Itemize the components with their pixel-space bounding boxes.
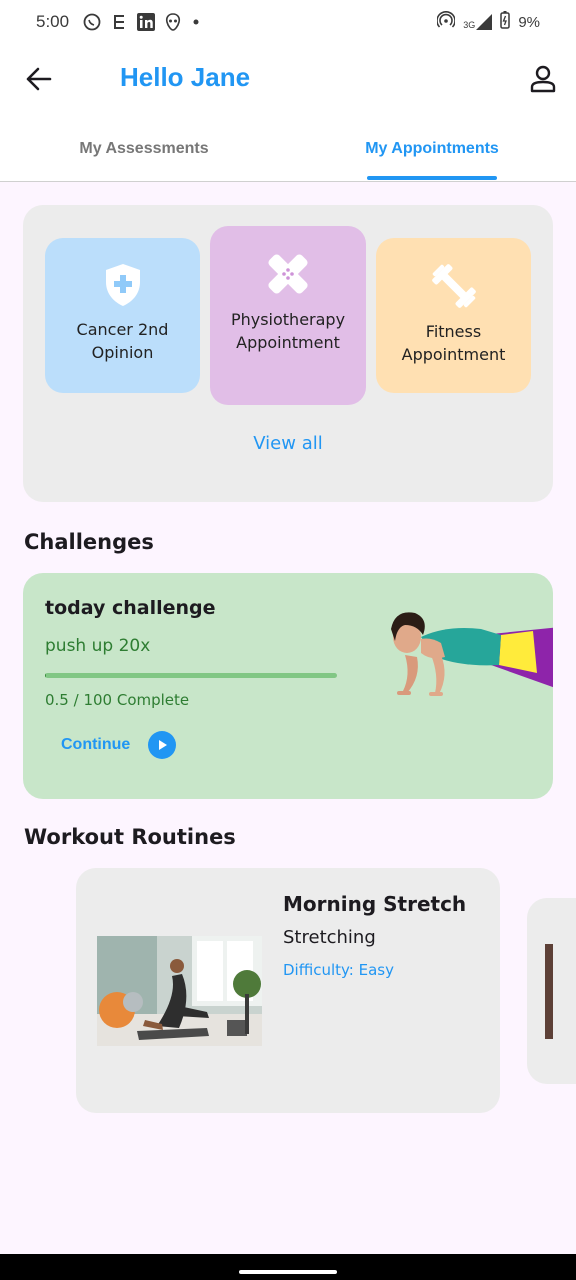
shield-plus-icon	[103, 262, 143, 308]
person-icon	[530, 65, 556, 93]
back-button[interactable]	[24, 64, 54, 94]
dumbbell-icon	[430, 262, 478, 310]
tile-label: Physiotherapy Appointment	[230, 310, 346, 352]
tile-cancer-2nd-opinion[interactable]: Cancer 2nd Opinion	[45, 238, 200, 393]
tile-label: Fitness Appointment	[401, 322, 506, 364]
challenge-progress-fill	[45, 673, 47, 678]
tile-fitness-appointment[interactable]: Fitness Appointment	[376, 238, 531, 393]
page-title: Hello Jane	[120, 62, 251, 92]
continue-button[interactable]: Continue	[61, 731, 177, 759]
routine-card[interactable]: Morning Stretch Stretching Difficulty: E…	[76, 868, 500, 1113]
routine-thumbnail	[97, 936, 262, 1046]
routine-card-next[interactable]	[527, 898, 576, 1084]
routine-title: Morning Stretch	[283, 892, 467, 916]
status-bar: 5:00 3G 9%	[0, 0, 576, 44]
challenge-card: today challenge push up 20x 0.5 / 100 Co…	[23, 573, 553, 799]
play-icon	[148, 731, 177, 759]
tab-my-appointments[interactable]: My Appointments	[288, 116, 576, 181]
profile-button[interactable]	[528, 64, 558, 94]
pushup-illustration	[391, 612, 553, 696]
tab-indicator	[367, 176, 497, 180]
routine-category: Stretching	[283, 927, 376, 948]
tab-bar: My Assessments My Appointments	[0, 116, 576, 182]
routines-carousel[interactable]: Morning Stretch Stretching Difficulty: E…	[0, 868, 576, 1118]
whatsapp-icon	[83, 13, 101, 31]
gmail-icon	[111, 13, 127, 31]
hotspot-icon	[436, 11, 457, 33]
view-all-link[interactable]: View all	[23, 433, 553, 454]
arrow-left-icon	[26, 67, 52, 91]
challenge-subtitle: push up 20x	[45, 636, 151, 656]
tab-my-assessments[interactable]: My Assessments	[0, 116, 288, 181]
challenges-heading: Challenges	[24, 530, 154, 554]
status-time: 5:00	[36, 12, 70, 31]
bandage-icon	[264, 250, 312, 298]
routine-thumbnail	[545, 944, 553, 1039]
appointments-card: Cancer 2nd Opinion Physiotherapy Appoint…	[23, 205, 553, 502]
signal-icon: 3G	[463, 14, 493, 30]
tile-physiotherapy-appointment[interactable]: Physiotherapy Appointment	[210, 226, 366, 405]
battery-level: 9%	[518, 13, 540, 31]
challenge-title: today challenge	[45, 597, 216, 619]
dot-icon	[191, 17, 201, 27]
tile-label: Cancer 2nd Opinion	[76, 320, 169, 362]
routine-difficulty: Difficulty: Easy	[283, 961, 394, 979]
app-bar: Hello Jane	[0, 44, 576, 116]
workout-routines-heading: Workout Routines	[24, 825, 236, 849]
battery-icon	[500, 11, 511, 33]
challenge-progress-bar	[45, 673, 337, 678]
linkedin-icon	[137, 13, 156, 31]
alien-icon	[165, 13, 181, 31]
network-type: 3G	[463, 20, 476, 30]
continue-label: Continue	[61, 736, 131, 753]
challenge-progress-text: 0.5 / 100 Complete	[45, 691, 190, 709]
home-gesture-handle[interactable]	[239, 1270, 337, 1274]
system-nav-bar	[0, 1254, 576, 1280]
